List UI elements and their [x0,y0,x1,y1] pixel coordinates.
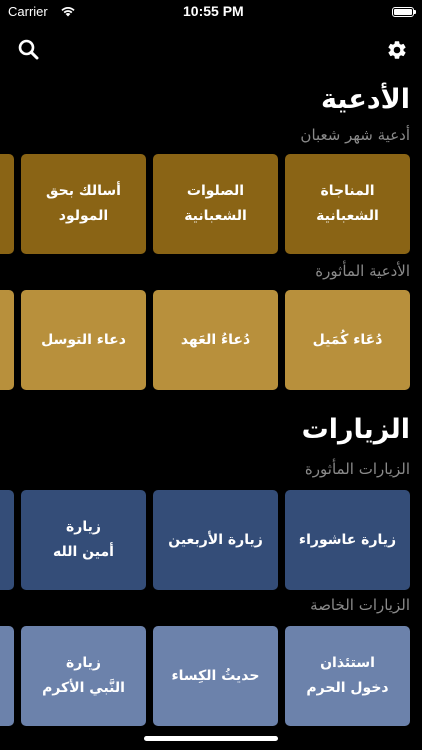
card-label: أسالك بحق المولود [46,183,121,224]
card-label: دُعَاء كُمَيل [312,331,383,348]
search-icon[interactable] [18,39,39,60]
dua-card-asaluka-bihaq-al-mawlud[interactable]: أسالك بحق المولود [21,154,146,254]
ziyarat-card-arbaeen[interactable]: زيارة الأربعين [153,490,278,590]
dua-card-munajat-shabaniya[interactable]: المناجاة الشعبانية [285,154,410,254]
battery-nub [414,10,416,14]
ziyarat-card-ashura[interactable]: زيارة عاشوراء [285,490,410,590]
ziyarat-card-partial[interactable] [0,626,14,726]
dua-card-ahd[interactable]: دُعاءُ العَهد [153,290,278,390]
dua-card-partial[interactable] [0,154,14,254]
ziyarat-card-nabi-akram[interactable]: زيارة النَّبي الأكرم [21,626,146,726]
wifi-icon [61,7,75,17]
ziyarat-mathura-row: زيارة عاشوراء زيارة الأربعين زيارة أمين … [0,490,422,590]
battery-icon [392,7,414,17]
duas-mathura-row: دُعَاء كُمَيل دُعاءُ العَهد دعاء التوسل [0,290,422,390]
ziyarat-card-hadith-kisa[interactable]: حديثُ الكِساء [153,626,278,726]
ziyarat-card-amin-allah[interactable]: زيارة أمين الله [21,490,146,590]
card-label: دُعاءُ العَهد [180,331,251,348]
ziyarat-subtitle-mathura: الزيارات المأثورة [304,460,410,478]
duas-title: الأدعية [320,84,410,115]
card-label: زيارة أمين الله [53,519,114,560]
ziyarat-subtitle-khassa: الزيارات الخاصة [310,596,410,614]
ziyarat-card-istidhan[interactable]: استئذان دخول الحرم [285,626,410,726]
card-label: زيارة عاشوراء [298,531,397,548]
card-label: زيارة الأربعين [168,531,263,548]
status-bar: Carrier 10:55 PM [0,0,422,24]
dua-card-tawassul[interactable]: دعاء التوسل [21,290,146,390]
duas-subtitle-mathura: الأدعية المأثورة [315,262,410,280]
ziyarat-title: الزيارات [301,414,410,445]
gear-icon[interactable] [386,39,408,61]
ziyarat-khassa-row: استئذان دخول الحرم حديثُ الكِساء زيارة ا… [0,626,422,726]
card-label: زيارة النَّبي الأكرم [42,655,125,696]
dua-card-kumail[interactable]: دُعَاء كُمَيل [285,290,410,390]
ziyarat-card-partial[interactable] [0,490,14,590]
card-label: حديثُ الكِساء [171,667,260,684]
card-label: استئذان دخول الحرم [306,655,389,696]
card-label: دعاء التوسل [41,331,126,348]
dua-card-salawat-shabaniya[interactable]: الصلوات الشعبانية [153,154,278,254]
carrier-label: Carrier [8,4,48,19]
dua-card-partial[interactable] [0,290,14,390]
card-label: المناجاة الشعبانية [316,183,379,224]
duas-subtitle-shaban: أدعية شهر شعبان [300,126,410,144]
status-time: 10:55 PM [183,3,244,19]
card-label: الصلوات الشعبانية [184,183,247,224]
home-indicator [144,736,278,741]
duas-shaban-row: المناجاة الشعبانية الصلوات الشعبانية أسا… [0,154,422,254]
